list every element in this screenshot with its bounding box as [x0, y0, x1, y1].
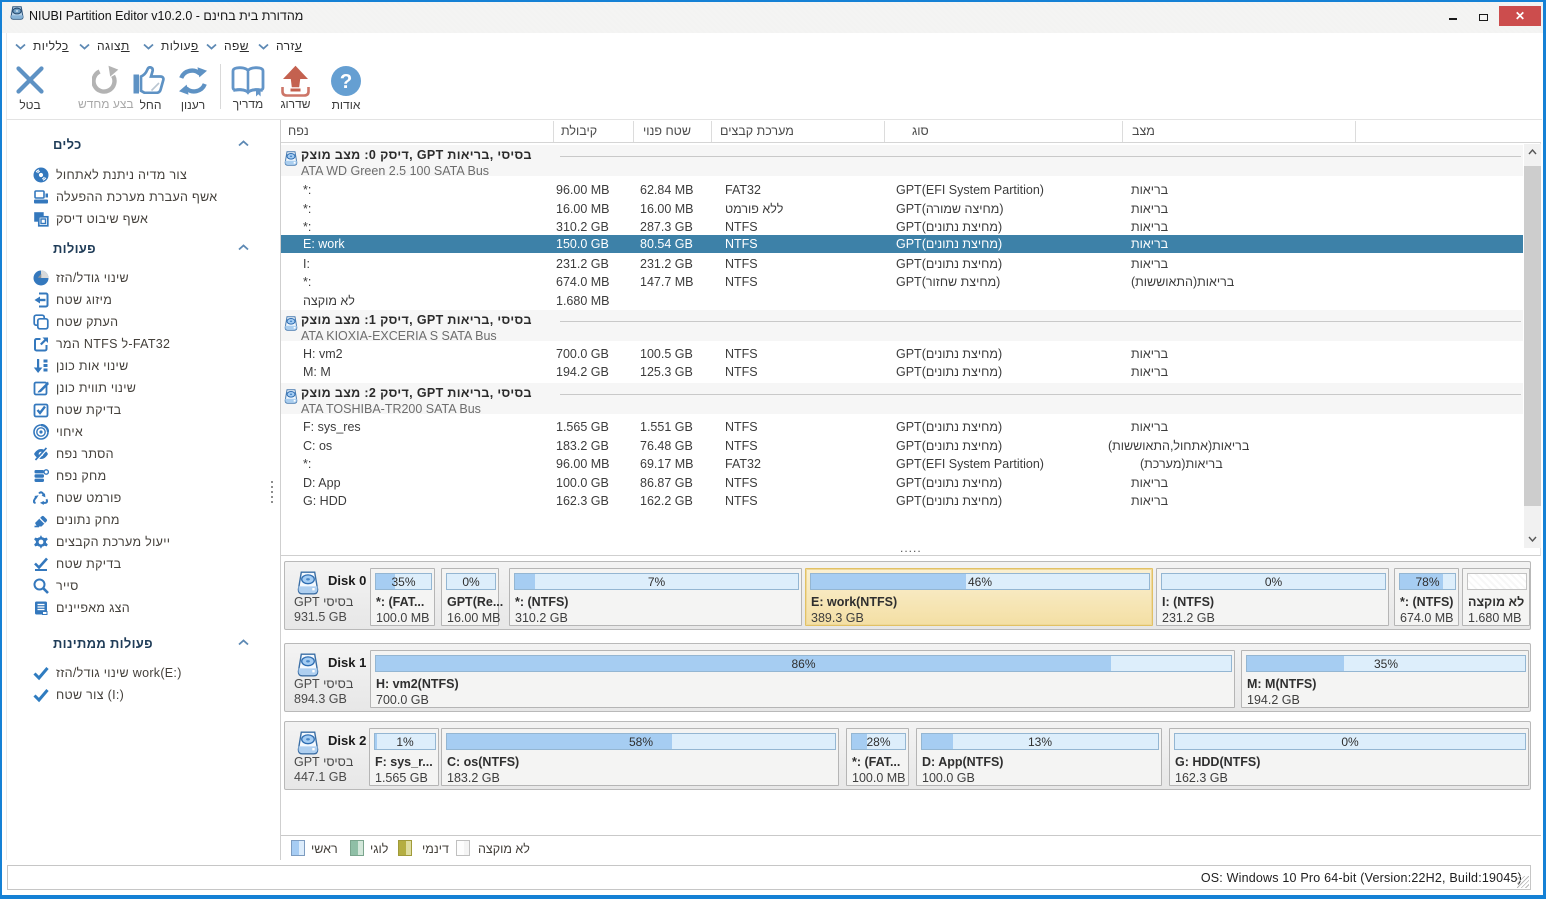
- svg-text:?: ?: [340, 70, 353, 93]
